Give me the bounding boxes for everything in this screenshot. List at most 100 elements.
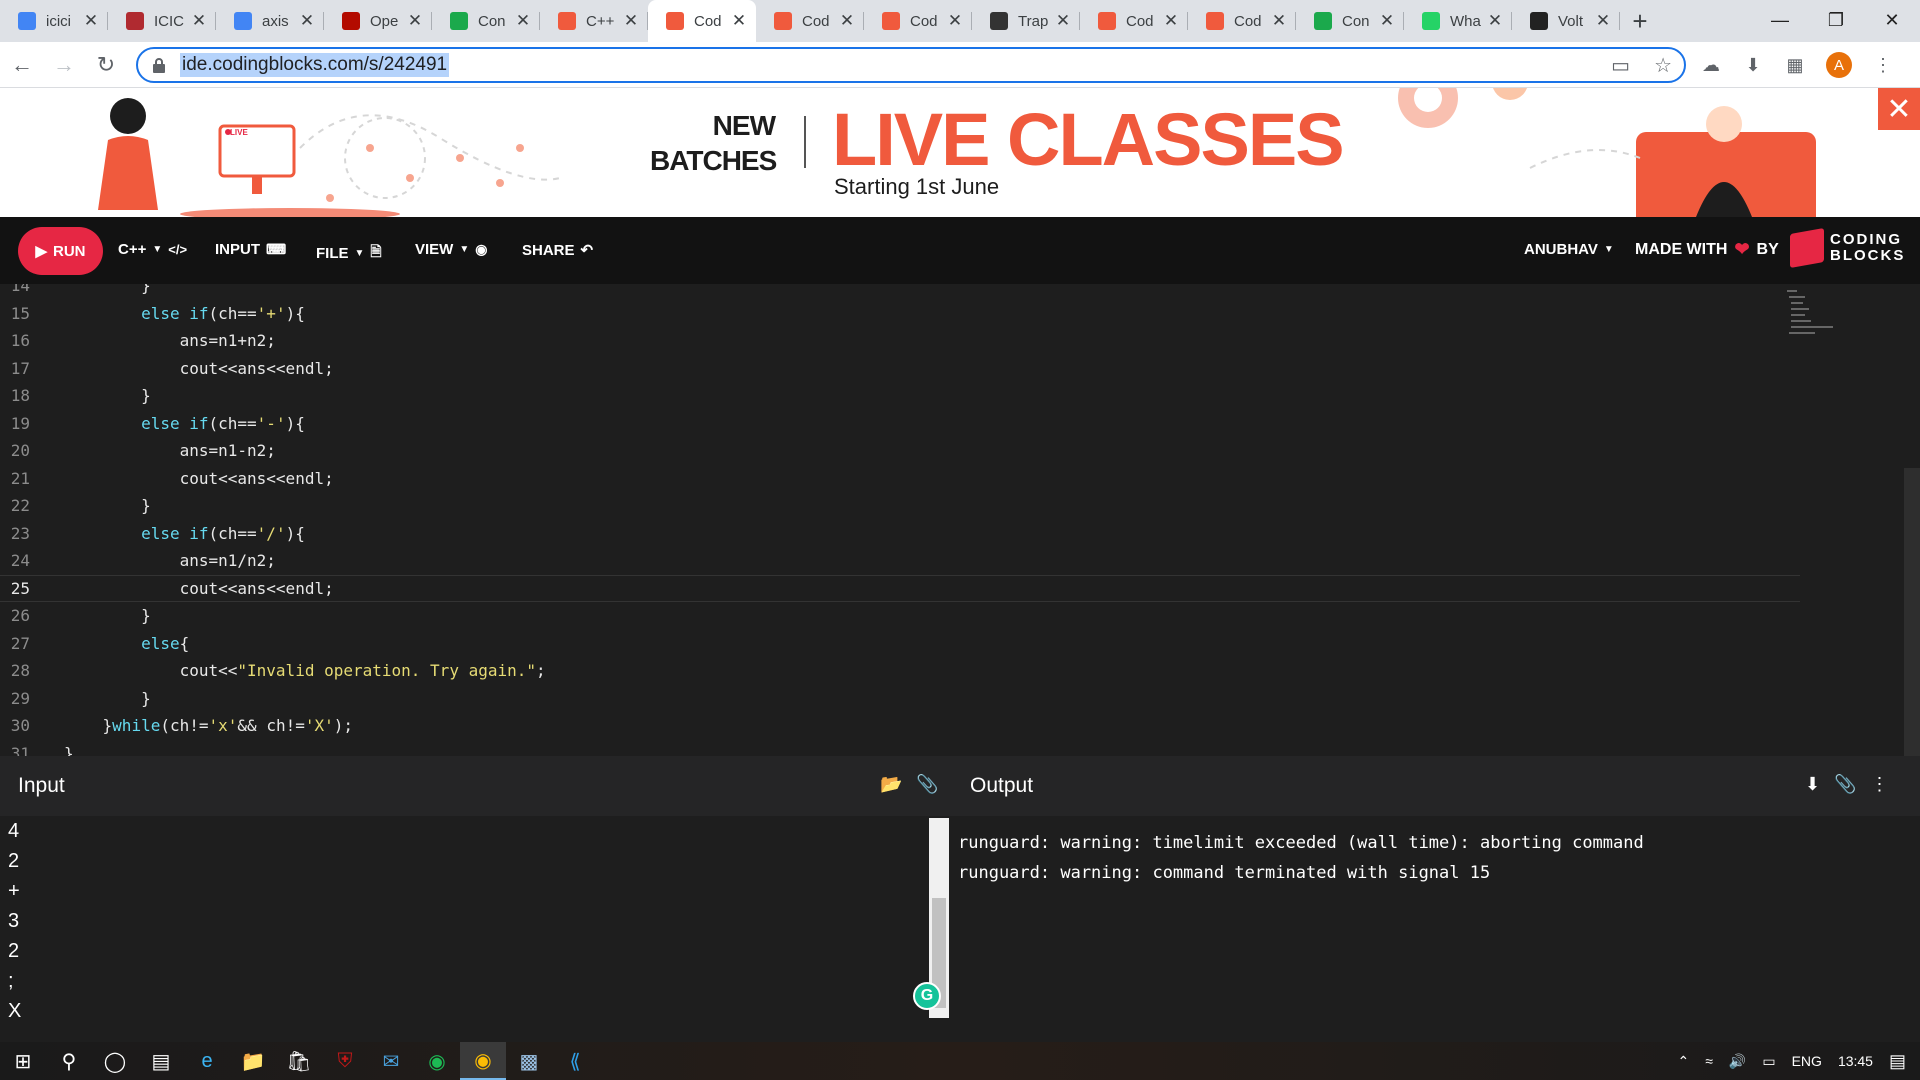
code-line[interactable]: 14 }: [0, 284, 1800, 300]
chevron-up-icon[interactable]: ⌃: [1678, 1053, 1690, 1070]
download-extension-icon[interactable]: ⬇: [1742, 54, 1764, 76]
share-menu[interactable]: SHARE ↶: [522, 241, 593, 260]
input-textarea[interactable]: 4 2 +3 2; X: [8, 816, 21, 1026]
paperclip-icon[interactable]: 📎: [1834, 774, 1856, 795]
code-line[interactable]: 16 ans=n1+n2;: [0, 327, 1800, 355]
code-line[interactable]: 22 }: [0, 492, 1800, 520]
battery-icon[interactable]: ▭: [1762, 1053, 1775, 1070]
chrome-icon[interactable]: ◉: [460, 1042, 506, 1080]
editor-scrollbar[interactable]: [1904, 468, 1920, 756]
tab-close-icon[interactable]: ✕: [838, 11, 856, 31]
edge-icon[interactable]: e: [184, 1042, 230, 1080]
code-line[interactable]: 18 }: [0, 382, 1800, 410]
browser-tab[interactable]: Cod ✕: [864, 0, 972, 42]
tab-close-icon[interactable]: ✕: [622, 11, 640, 31]
download-icon[interactable]: ⬇: [1805, 774, 1820, 795]
tab-close-icon[interactable]: ✕: [298, 11, 316, 31]
browser-tab[interactable]: Cod ✕: [1188, 0, 1296, 42]
language-menu[interactable]: C++ ▼ </>: [118, 241, 187, 258]
search-icon[interactable]: ⚲: [46, 1042, 92, 1080]
reload-button[interactable]: ↻: [86, 45, 126, 85]
restore-button[interactable]: ❐: [1808, 0, 1864, 40]
tab-close-icon[interactable]: ✕: [1270, 11, 1288, 31]
clock[interactable]: 13:45: [1838, 1053, 1873, 1069]
run-button[interactable]: ▶ RUN: [18, 227, 103, 275]
paperclip-icon[interactable]: 📎: [916, 774, 938, 795]
browser-tab[interactable]: Cod ✕: [1080, 0, 1188, 42]
minimize-button[interactable]: —: [1752, 0, 1808, 40]
browser-tab[interactable]: axis ✕: [216, 0, 324, 42]
browser-tab[interactable]: Cod ✕: [648, 0, 756, 42]
code-line[interactable]: 29 }: [0, 685, 1800, 713]
extension-icon[interactable]: ☁: [1700, 54, 1722, 76]
extension-badge-icon[interactable]: ▦: [1784, 54, 1806, 76]
browser-tab[interactable]: C++ ✕: [540, 0, 648, 42]
tab-close-icon[interactable]: ✕: [82, 11, 100, 31]
back-button[interactable]: ←: [2, 45, 42, 85]
mcafee-icon[interactable]: ⛨: [322, 1042, 368, 1080]
browser-tab[interactable]: ICIC ✕: [108, 0, 216, 42]
mail-icon[interactable]: ✉: [368, 1042, 414, 1080]
tab-close-icon[interactable]: ✕: [1486, 11, 1504, 31]
input-menu[interactable]: INPUT ⌨: [215, 241, 286, 258]
tab-close-icon[interactable]: ✕: [1594, 11, 1612, 31]
address-bar[interactable]: ide.codingblocks.com/s/242491 ▭ ☆: [136, 47, 1686, 83]
forward-button[interactable]: →: [44, 45, 84, 85]
bookmark-star-icon[interactable]: ☆: [1654, 53, 1672, 78]
code-line[interactable]: 21 cout<<ans<<endl;: [0, 465, 1800, 493]
browser-tab[interactable]: Con ✕: [1296, 0, 1404, 42]
language-indicator[interactable]: ENG: [1792, 1053, 1822, 1069]
code-line[interactable]: 28 cout<<"Invalid operation. Try again."…: [0, 657, 1800, 685]
browser-tab[interactable]: icici ✕: [0, 0, 108, 42]
tab-close-icon[interactable]: ✕: [190, 11, 208, 31]
chrome-menu-icon[interactable]: ⋮: [1872, 54, 1894, 76]
tab-close-icon[interactable]: ✕: [406, 11, 424, 31]
tab-close-icon[interactable]: ✕: [1162, 11, 1180, 31]
spotify-icon[interactable]: ◉: [414, 1042, 460, 1080]
tab-close-icon[interactable]: ✕: [730, 11, 748, 31]
close-banner-button[interactable]: ✕: [1878, 88, 1920, 130]
promo-banner[interactable]: LIVE NEW BATCHES LIVE CLASSES Starting 1…: [0, 88, 1920, 217]
windows-start-icon[interactable]: ⊞: [0, 1042, 46, 1080]
tab-close-icon[interactable]: ✕: [1054, 11, 1072, 31]
folder-open-icon[interactable]: 📂: [880, 774, 902, 795]
browser-tab[interactable]: Cod ✕: [756, 0, 864, 42]
file-explorer-icon[interactable]: 📁: [230, 1042, 276, 1080]
url-text[interactable]: ide.codingblocks.com/s/242491: [180, 53, 450, 77]
code-editor[interactable]: 14 } 15 else if(ch=='+'){16 ans=n1+n2; 17 …: [0, 284, 1920, 756]
notification-icon[interactable]: ▤: [1889, 1051, 1906, 1072]
browser-tab[interactable]: Volt ✕: [1512, 0, 1620, 42]
user-menu[interactable]: ANUBHAV ▼: [1524, 241, 1614, 258]
store-icon[interactable]: 🛍: [276, 1042, 322, 1080]
browser-tab[interactable]: Trap ✕: [972, 0, 1080, 42]
browser-tab[interactable]: Con ✕: [432, 0, 540, 42]
more-vertical-icon[interactable]: ⋮: [1871, 774, 1889, 795]
tab-close-icon[interactable]: ✕: [514, 11, 532, 31]
coding-blocks-logo[interactable]: CODING BLOCKS: [1790, 228, 1905, 268]
code-line[interactable]: 30 }while(ch!='x'&& ch!='X');: [0, 712, 1800, 740]
new-tab-button[interactable]: +: [1620, 0, 1660, 42]
minimap[interactable]: [1785, 288, 1835, 340]
code-line[interactable]: 19 else if(ch=='-'){: [0, 410, 1800, 438]
code-line[interactable]: 31}: [0, 740, 1800, 756]
tab-close-icon[interactable]: ✕: [946, 11, 964, 31]
vscode-icon[interactable]: ⟪: [552, 1042, 598, 1080]
cast-icon[interactable]: ▭: [1611, 53, 1630, 78]
view-menu[interactable]: VIEW ▼ ◉: [415, 241, 487, 258]
code-line[interactable]: 20 ans=n1-n2;: [0, 437, 1800, 465]
code-line[interactable]: 25 cout<<ans<<endl;: [0, 574, 1800, 602]
close-window-button[interactable]: ✕: [1864, 0, 1920, 40]
grammarly-icon[interactable]: G: [913, 982, 941, 1010]
browser-tab[interactable]: Wha ✕: [1404, 0, 1512, 42]
app-icon[interactable]: ▩: [506, 1042, 552, 1080]
task-view-icon[interactable]: ▤: [138, 1042, 184, 1080]
code-line[interactable]: 17 cout<<ans<<endl;: [0, 355, 1800, 383]
code-line[interactable]: 26 }: [0, 602, 1800, 630]
tab-close-icon[interactable]: ✕: [1378, 11, 1396, 31]
code-line[interactable]: 27 else{: [0, 630, 1800, 658]
wifi-icon[interactable]: ≈: [1705, 1053, 1713, 1069]
file-menu[interactable]: FILE ▼ 🗎: [316, 241, 382, 265]
code-line[interactable]: 15 else if(ch=='+'){: [0, 300, 1800, 328]
browser-tab[interactable]: Ope ✕: [324, 0, 432, 42]
cortana-icon[interactable]: ◯: [92, 1042, 138, 1080]
